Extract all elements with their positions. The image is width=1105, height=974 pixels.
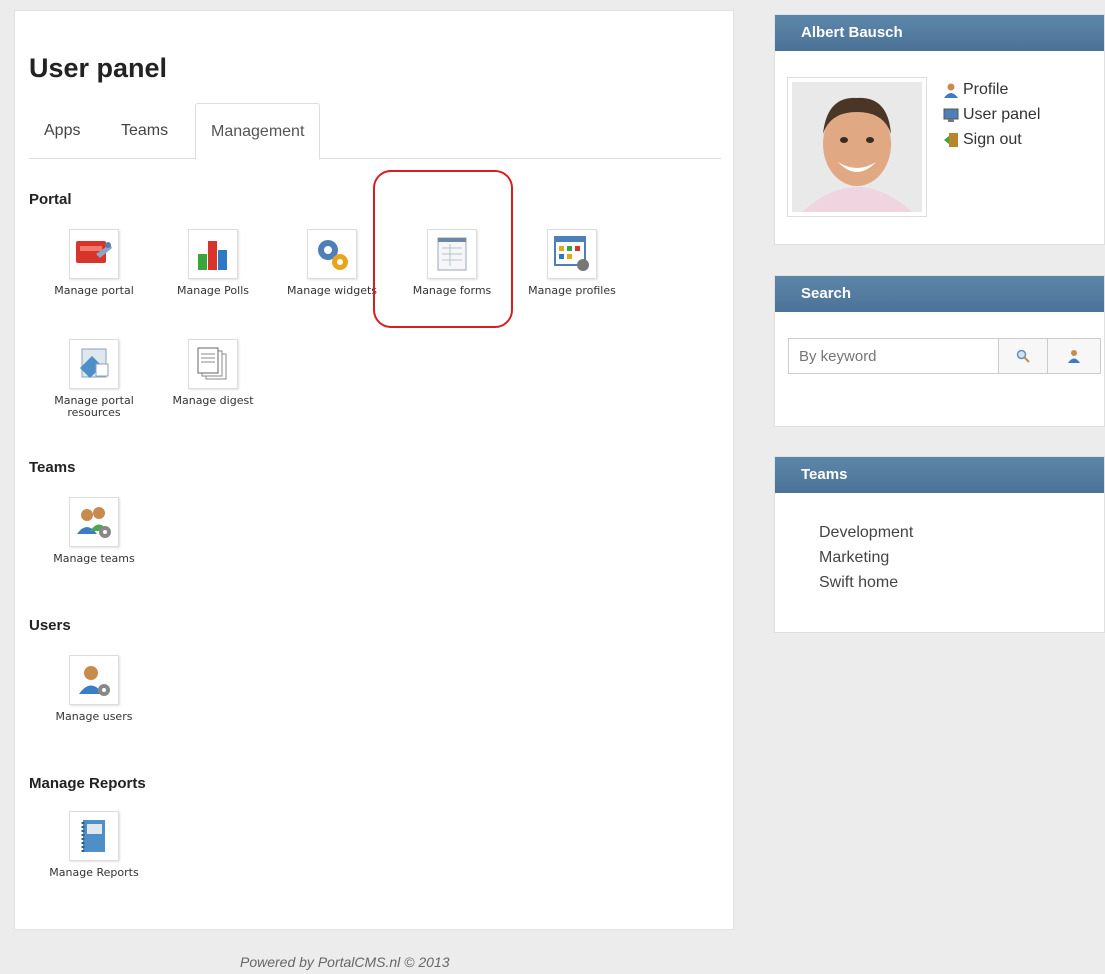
search-button[interactable] <box>998 338 1048 374</box>
tile-label: Manage users <box>55 710 133 723</box>
form-icon <box>427 229 477 279</box>
profile-link-label: Profile <box>963 81 1009 98</box>
search-users-button[interactable] <box>1047 338 1101 374</box>
section-title-portal: Portal <box>29 191 72 208</box>
tile-label: Manage Polls <box>176 284 249 297</box>
manage-polls-tile[interactable]: Manage Polls <box>153 229 273 297</box>
manage-profiles-tile[interactable]: Manage profiles <box>512 229 632 297</box>
tab-bar: Apps Teams Management <box>29 103 721 160</box>
footer-text: Powered by PortalCMS.nl © 2013 <box>240 954 450 970</box>
tile-label: Manage Reports <box>49 866 139 879</box>
manage-forms-tile[interactable]: Manage forms <box>392 229 512 297</box>
section-title-reports: Manage Reports <box>29 775 146 792</box>
teams-list: Development Marketing Swift home <box>819 520 913 595</box>
teams-box-title: Teams <box>775 457 1104 493</box>
user-search-icon <box>1068 350 1080 363</box>
tile-label: Manage digest <box>172 394 254 407</box>
manage-reports-tile[interactable]: Manage Reports <box>34 811 154 879</box>
monitor-icon <box>943 108 959 122</box>
user-panel-link[interactable]: User panel <box>943 102 1040 127</box>
tile-label: Manage teams <box>53 552 135 565</box>
page-title: User panel <box>29 53 168 83</box>
user-icon <box>944 83 958 98</box>
user-panel-link-label: User panel <box>963 106 1041 123</box>
manage-digest-tile[interactable]: Manage digest <box>153 339 273 407</box>
profile-box: Albert Bausch Profile User panel Sign ou… <box>774 14 1105 245</box>
team-gear-icon <box>69 497 119 547</box>
manage-portal-tile[interactable]: Manage portal <box>34 229 154 297</box>
profile-link[interactable]: Profile <box>943 77 1040 102</box>
bar-chart-icon <box>188 229 238 279</box>
avatar <box>787 77 927 217</box>
section-title-teams: Teams <box>29 459 76 476</box>
digest-icon <box>188 339 238 389</box>
profile-grid-icon <box>547 229 597 279</box>
tab-teams[interactable]: Teams <box>121 103 168 159</box>
main-panel: User panel Apps Teams Management Portal … <box>14 10 734 930</box>
profile-name: Albert Bausch <box>775 15 1104 51</box>
search-box-title: Search <box>775 276 1104 312</box>
report-book-icon <box>69 811 119 861</box>
sign-out-link-label: Sign out <box>963 131 1022 148</box>
tab-management[interactable]: Management <box>195 103 321 160</box>
search-icon <box>1016 349 1030 363</box>
search-box: Search <box>774 275 1105 427</box>
user-gear-icon <box>69 655 119 705</box>
door-exit-icon <box>944 132 958 147</box>
tab-apps[interactable]: Apps <box>44 103 80 159</box>
manage-widgets-tile[interactable]: Manage widgets <box>272 229 392 297</box>
sign-out-link[interactable]: Sign out <box>943 127 1040 152</box>
tile-label: Manage portal resources <box>54 394 134 419</box>
gear-widgets-icon <box>307 229 357 279</box>
tile-label: Manage profiles <box>528 284 616 297</box>
teams-box: Teams Development Marketing Swift home <box>774 456 1105 633</box>
tile-label: Manage forms <box>412 284 492 297</box>
tile-label: Manage portal <box>54 284 134 297</box>
manage-portal-resources-tile[interactable]: Manage portal resources <box>34 339 154 419</box>
manage-users-tile[interactable]: Manage users <box>34 655 154 723</box>
tile-label: Manage widgets <box>286 284 378 297</box>
team-link-marketing[interactable]: Marketing <box>819 545 913 570</box>
search-input[interactable] <box>788 338 998 374</box>
team-link-development[interactable]: Development <box>819 520 913 545</box>
team-link-swift-home[interactable]: Swift home <box>819 570 913 595</box>
resources-icon <box>69 339 119 389</box>
section-title-users: Users <box>29 617 71 634</box>
portal-tools-icon <box>69 229 119 279</box>
profile-links: Profile User panel Sign out <box>943 77 1040 152</box>
manage-teams-tile[interactable]: Manage teams <box>34 497 154 565</box>
